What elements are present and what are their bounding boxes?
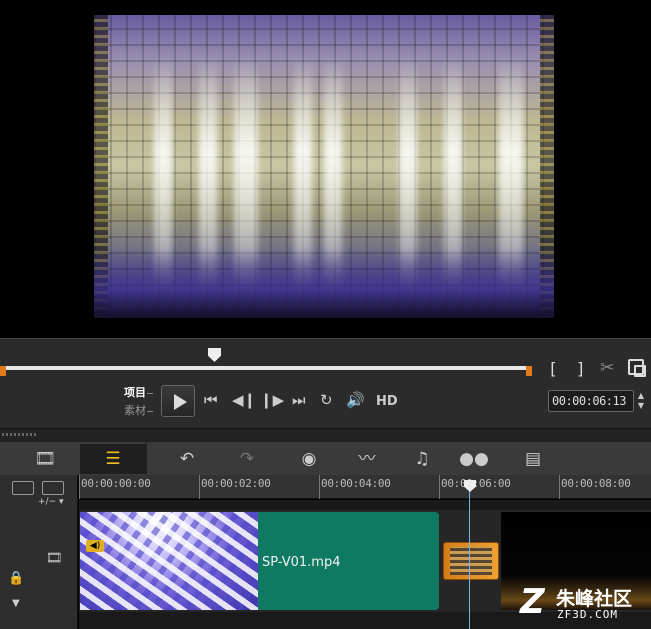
motion-tracking-icon: ●● xyxy=(459,449,489,469)
ruler-tick xyxy=(559,475,560,499)
transition-effect[interactable] xyxy=(443,542,499,580)
hd-preview-button[interactable]: HD xyxy=(376,394,398,409)
mode-clip-label: 素材 xyxy=(124,404,146,417)
ruler-tick xyxy=(79,475,80,499)
player-control-bar: [ ] ✂ 项目 素材 ⏮ ◀❙ ❙▶ ⏭ ↻ 🔊 HD 00:00:06:13… xyxy=(0,338,651,428)
mode-clip-option[interactable]: 素材 xyxy=(124,402,162,420)
ruler-tick xyxy=(319,475,320,499)
next-frame-icon[interactable]: ❙▶ xyxy=(260,391,284,409)
ruler-tick-label: 00:00:00:00 xyxy=(81,477,151,490)
go-to-end-icon[interactable]: ⏭ xyxy=(292,391,306,409)
chevron-down-icon[interactable]: ▼ xyxy=(636,401,646,411)
timeline-ruler[interactable]: 00:00:00:00 00:00:02:00 00:00:04:00 00:0… xyxy=(79,475,651,499)
splitter-grip[interactable] xyxy=(2,433,38,436)
volume-icon[interactable]: 🔊 xyxy=(346,391,365,409)
redo-icon: ↷ xyxy=(239,449,255,469)
speaker-icon: ◀) xyxy=(86,540,104,552)
mode-project-option[interactable]: 项目 xyxy=(124,384,162,402)
watermark-logo: Z xyxy=(520,582,545,622)
mark-out-button[interactable]: ] xyxy=(576,359,586,378)
add-remove-tracks-button[interactable]: +/− ▾ xyxy=(38,497,64,507)
panel-splitter[interactable] xyxy=(0,428,651,442)
undo-button[interactable]: ↶ xyxy=(154,444,220,474)
playhead-line[interactable] xyxy=(469,490,470,629)
play-icon xyxy=(174,394,187,410)
watermark-title: 朱峰社区 xyxy=(556,588,633,610)
video-preview-frame xyxy=(94,15,554,318)
storyboard-view-button[interactable]: 🎞 xyxy=(12,444,78,474)
stage-floor xyxy=(94,248,554,318)
film-strip-icon: 🎞 xyxy=(34,449,56,469)
track-manager-icon[interactable] xyxy=(42,481,64,495)
watermark: Z 朱峰社区 ZF3D.COM xyxy=(520,580,648,626)
timeline-view-button[interactable]: ☰ xyxy=(80,444,146,474)
timecode-stepper[interactable]: ▲ ▼ xyxy=(636,391,646,411)
transition-thumbnail xyxy=(450,547,492,575)
ruler-tick-label: 00:00:04:00 xyxy=(321,477,391,490)
record-capture-icon: ◉ xyxy=(301,449,317,469)
ruler-tick-label: 00:00:08:00 xyxy=(561,477,631,490)
timeline-toolbar: 🎞 ☰ ↶ ↷ ◉ 〰 ♫ ●● ▤ xyxy=(0,442,651,475)
undo-icon: ↶ xyxy=(179,449,195,469)
redo-button[interactable]: ↷ xyxy=(214,444,280,474)
previous-frame-icon[interactable]: ◀❙ xyxy=(232,391,256,409)
trim-start-marker[interactable] xyxy=(0,366,6,376)
clip-label: SP-V01.mp4 xyxy=(262,555,341,570)
auto-music-icon: ♫ xyxy=(414,449,430,469)
chevron-down-icon[interactable]: ▼ xyxy=(12,598,20,609)
mark-in-button[interactable]: [ xyxy=(548,359,558,378)
scrubber-handle[interactable] xyxy=(208,348,221,362)
preview-window xyxy=(0,0,651,338)
subtitle-editor-button[interactable]: ▤ xyxy=(500,444,566,474)
timecode-field[interactable]: 00:00:06:13 xyxy=(548,390,634,412)
repeat-icon[interactable]: ↻ xyxy=(320,391,333,409)
timeline-clip[interactable]: ◀) xyxy=(80,512,258,610)
play-button[interactable] xyxy=(161,385,195,417)
motion-tracking-button[interactable]: ●● xyxy=(441,444,507,474)
lock-track-icon[interactable]: 🔒 xyxy=(8,571,24,586)
chevron-up-icon[interactable]: ▲ xyxy=(636,391,646,401)
video-track-icon[interactable]: 🎞 xyxy=(46,551,63,566)
enlarge-preview-icon[interactable] xyxy=(628,359,646,377)
show-all-tracks-icon[interactable] xyxy=(12,481,34,495)
timeline-icon: ☰ xyxy=(105,449,121,469)
ruler-tick xyxy=(199,475,200,499)
trim-end-marker[interactable] xyxy=(526,366,532,376)
playback-mode-selector: 项目 素材 xyxy=(124,384,162,420)
record-capture-button[interactable]: ◉ xyxy=(276,444,342,474)
ruler-tick-label: 00:00:02:00 xyxy=(201,477,271,490)
ruler-tick xyxy=(439,475,440,499)
mode-project-label: 项目 xyxy=(124,386,146,399)
timeline-clip[interactable]: SP-V01.mp4 xyxy=(258,512,439,610)
scrubber-track[interactable] xyxy=(4,366,530,370)
audio-wave-icon: 〰 xyxy=(358,449,376,469)
go-to-start-icon[interactable]: ⏮ xyxy=(204,391,218,409)
scissors-icon[interactable]: ✂ xyxy=(600,358,614,378)
subtitle-editor-icon: ▤ xyxy=(524,449,542,469)
watermark-url: ZF3D.COM xyxy=(557,608,618,621)
